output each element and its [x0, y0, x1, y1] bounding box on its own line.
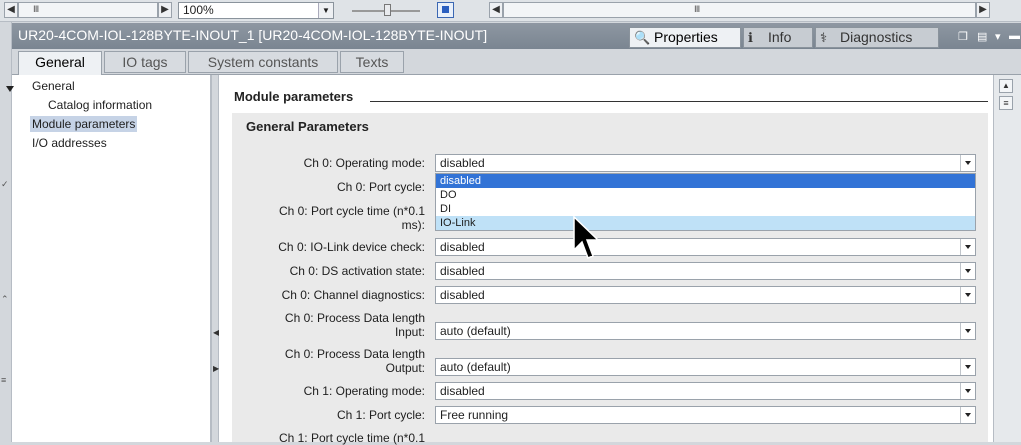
option-disabled[interactable]: disabled	[436, 174, 975, 188]
ch1-port-cycle-value: Free running	[440, 408, 509, 422]
tab-info[interactable]: ℹ Info	[743, 27, 813, 48]
chevron-down-icon[interactable]: ▼	[318, 3, 333, 18]
operating-mode-dropdown-list: disabled DO DI IO-Link	[435, 173, 976, 231]
ch0-ds-activation-state-select[interactable]: disabled	[435, 262, 976, 280]
label-line: Ch 0: Port cycle time (n*0.1	[278, 204, 425, 218]
ch0-ds-activation-state-value: disabled	[440, 264, 485, 278]
section-title: Module parameters	[234, 89, 354, 104]
ch0-pd-length-input-value: auto (default)	[440, 324, 511, 338]
zoom-value: 100%	[183, 3, 214, 17]
menu-icon[interactable]: ▤	[977, 30, 987, 43]
ch0-pd-length-output-value: auto (default)	[440, 360, 511, 374]
chevron-down-icon[interactable]	[960, 263, 975, 279]
tab-general[interactable]: General	[18, 51, 102, 75]
option-di[interactable]: DI	[436, 202, 975, 216]
zoom-slider[interactable]	[352, 4, 420, 16]
scroll-thumb[interactable]: ≡	[999, 96, 1013, 110]
ch0-iolink-device-check-value: disabled	[440, 240, 485, 254]
tab-diagnostics[interactable]: ⚕ Diagnostics	[815, 27, 939, 48]
ch0-channel-diagnostics-select[interactable]: disabled	[435, 286, 976, 304]
zoom-fit-button[interactable]	[437, 2, 454, 18]
zoom-select[interactable]: 100% ▼	[178, 2, 334, 19]
ch1-operating-mode-value: disabled	[440, 384, 485, 398]
collapse-icon[interactable]: ▾	[995, 30, 1001, 43]
chevron-up-icon[interactable]: ⌃	[1, 294, 9, 305]
tab-diagnostics-label: Diagnostics	[840, 29, 913, 45]
scroll-thumb-grip: Ⅲ	[694, 4, 701, 14]
mouse-cursor-icon	[573, 216, 600, 259]
scroll-left-arrow-icon[interactable]: ◀	[489, 2, 503, 18]
tab-info-label: Info	[768, 29, 792, 45]
nav-item-catalog-information[interactable]: Catalog information	[48, 97, 152, 113]
param-label-ch0-port-cycle: Ch 0: Port cycle:	[336, 180, 425, 194]
chevron-down-icon[interactable]	[960, 323, 975, 339]
tab-io-tags[interactable]: IO tags	[104, 51, 186, 73]
param-label-ch0-operating-mode: Ch 0: Operating mode:	[303, 156, 425, 170]
horizontal-scrollbar-2[interactable]: Ⅲ	[503, 2, 976, 18]
info-icon: ℹ	[748, 30, 753, 45]
ch1-operating-mode-select[interactable]: disabled	[435, 382, 976, 400]
ch0-operating-mode-value: disabled	[440, 156, 485, 170]
label-line: Ch 0: Process Data length	[284, 311, 425, 325]
param-label-ch1-port-cycle: Ch 1: Port cycle:	[336, 408, 425, 422]
left-edge-panel: ✓ ⌃ ≡	[0, 22, 12, 442]
param-label-ch0-port-cycle-time: Ch 0: Port cycle time (n*0.1 ms):	[240, 204, 425, 232]
option-io-link[interactable]: IO-Link	[436, 216, 975, 230]
ch0-pd-length-input-select[interactable]: auto (default)	[435, 322, 976, 340]
param-label-ch0-ds-activation-state: Ch 0: DS activation state:	[289, 264, 425, 278]
subtab-row: General IO tags System constants Texts	[12, 49, 1021, 75]
section-divider	[370, 101, 988, 102]
chevron-down-icon[interactable]	[960, 383, 975, 399]
scroll-thumb-grip: Ⅲ	[33, 4, 40, 14]
option-do[interactable]: DO	[436, 188, 975, 202]
chevron-down-icon[interactable]	[960, 407, 975, 423]
scroll-left-arrow-icon[interactable]: ◀	[4, 2, 18, 18]
label-line: Input:	[394, 325, 425, 339]
param-label-ch0-pd-length-output: Ch 0: Process Data length Output:	[240, 347, 425, 375]
horizontal-scrollbar[interactable]: Ⅲ	[18, 2, 158, 18]
chevron-down-icon[interactable]	[960, 287, 975, 303]
tab-texts[interactable]: Texts	[340, 51, 404, 73]
ch0-operating-mode-select[interactable]: disabled	[435, 154, 976, 172]
restore-icon[interactable]: ❐	[958, 30, 968, 43]
editor-toolbar: ◀ Ⅲ ▶ 100% ▼ ◀ Ⅲ ▶	[0, 0, 1021, 22]
chevron-down-icon[interactable]	[960, 359, 975, 375]
param-label-ch0-pd-length-input: Ch 0: Process Data length Input:	[240, 311, 425, 339]
ch1-port-cycle-select[interactable]: Free running	[435, 406, 976, 424]
nav-item-general[interactable]: General	[32, 78, 75, 94]
properties-icon: 🔍	[634, 30, 651, 45]
chevron-down-icon[interactable]	[960, 155, 975, 171]
label-line: Ch 0: Process Data length	[284, 347, 425, 361]
tab-system-constants[interactable]: System constants	[188, 51, 338, 73]
ch0-iolink-device-check-select[interactable]: disabled	[435, 238, 976, 256]
minimize-icon[interactable]: ▬	[1009, 30, 1020, 42]
param-label-ch0-iolink-device-check: Ch 0: IO-Link device check:	[278, 240, 425, 254]
vertical-scrollbar[interactable]: ▲ ≡	[993, 75, 1021, 442]
label-line: ms):	[401, 218, 425, 232]
scroll-right-arrow-icon[interactable]: ▶	[976, 2, 990, 18]
ch0-channel-diagnostics-value: disabled	[440, 288, 485, 302]
check-icon: ✓	[1, 179, 9, 189]
ch0-pd-length-output-select[interactable]: auto (default)	[435, 358, 976, 376]
diagnostics-icon: ⚕	[820, 30, 828, 45]
param-label-ch1-port-cycle-time: Ch 1: Port cycle time (n*0.1	[278, 431, 425, 445]
label-line: Output:	[385, 361, 425, 375]
tab-properties-label: Properties	[654, 29, 718, 45]
zoom-slider-knob[interactable]	[384, 4, 391, 16]
param-label-ch1-operating-mode: Ch 1: Operating mode:	[303, 384, 425, 398]
panel-splitter[interactable]: ◀ ▶	[211, 75, 219, 442]
chevron-down-icon[interactable]	[960, 239, 975, 255]
group-title: General Parameters	[246, 119, 369, 134]
nav-item-io-addresses[interactable]: I/O addresses	[32, 135, 107, 151]
scroll-right-arrow-icon[interactable]: ▶	[158, 2, 172, 18]
expand-triangle-icon[interactable]	[6, 86, 14, 92]
grip-icon: ≡	[1, 375, 7, 385]
param-label-ch0-channel-diagnostics: Ch 0: Channel diagnostics:	[281, 288, 425, 302]
scroll-up-arrow-icon[interactable]: ▲	[999, 79, 1013, 93]
tab-properties[interactable]: 🔍 Properties	[629, 27, 741, 48]
nav-item-module-parameters[interactable]: Module parameters	[30, 116, 138, 132]
